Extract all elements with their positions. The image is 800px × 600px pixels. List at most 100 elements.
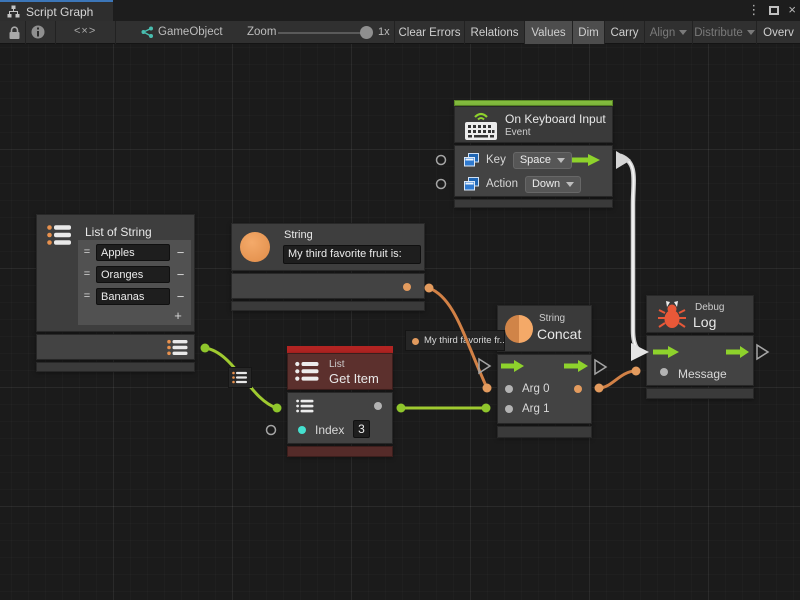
string-type-icon bbox=[505, 315, 533, 343]
list-icon bbox=[47, 224, 73, 246]
error-accent-strip bbox=[287, 346, 393, 353]
key-dropdown[interactable]: Space bbox=[513, 152, 572, 169]
gameobject-label[interactable]: GameObject bbox=[158, 26, 223, 38]
list-of-string-header: List of String = Apples − = Oranges − = … bbox=[36, 214, 195, 332]
node-get-item[interactable]: List Get Item Index 3 bbox=[287, 346, 393, 457]
menu-dots-icon[interactable]: ⋮ bbox=[747, 2, 760, 18]
log-footer bbox=[646, 388, 754, 399]
arg0-label: Arg 0 bbox=[522, 383, 550, 395]
drag-handle-icon[interactable]: = bbox=[80, 246, 94, 258]
keyboard-icon bbox=[462, 108, 500, 142]
drag-handle-icon[interactable]: = bbox=[80, 290, 94, 302]
distribute-button[interactable]: Distribute bbox=[692, 21, 756, 44]
action-row: Action Down bbox=[455, 172, 612, 196]
string-value-field[interactable]: My third favorite fruit is: bbox=[283, 245, 421, 264]
distribute-label: Distribute bbox=[694, 27, 743, 39]
list-item-field[interactable]: Oranges bbox=[96, 266, 170, 283]
log-header: Debug Log bbox=[646, 295, 754, 333]
info-icon[interactable] bbox=[31, 25, 45, 39]
zoom-slider-track[interactable] bbox=[278, 32, 368, 34]
get-item-body: Index 3 bbox=[287, 392, 393, 444]
get-item-footer bbox=[287, 446, 393, 457]
close-icon[interactable]: × bbox=[788, 2, 796, 18]
tab-title: Script Graph bbox=[26, 5, 93, 19]
node-concat[interactable]: String Concat Arg 0 Arg 1 bbox=[497, 305, 592, 438]
concat-body: Arg 0 Arg 1 bbox=[497, 354, 592, 424]
action-value: Down bbox=[532, 178, 560, 190]
dropdown-arrow-icon bbox=[679, 30, 687, 35]
string-footer bbox=[231, 301, 425, 311]
list-input-port-icon[interactable] bbox=[296, 399, 314, 413]
node-category: String bbox=[539, 313, 565, 324]
align-button[interactable]: Align bbox=[644, 21, 692, 44]
list-item-field[interactable]: Bananas bbox=[96, 288, 170, 305]
graph-icon bbox=[7, 5, 20, 18]
maximize-icon[interactable] bbox=[769, 6, 779, 15]
wire-value-badge bbox=[228, 367, 252, 388]
action-icon bbox=[464, 177, 479, 191]
zoom-value: 1x bbox=[378, 26, 390, 38]
get-item-header: List Get Item bbox=[287, 353, 393, 390]
node-string-literal[interactable]: String My third favorite fruit is: bbox=[231, 223, 425, 311]
list-item-row: = Apples − bbox=[80, 242, 189, 262]
index-label: Index bbox=[315, 423, 344, 437]
tooltip-text: My third favorite fr... bbox=[424, 335, 505, 346]
node-category: Debug bbox=[695, 302, 724, 313]
node-title: Get Item bbox=[329, 371, 379, 386]
action-label: Action bbox=[486, 178, 518, 190]
node-title: String bbox=[284, 229, 313, 241]
remove-item-button[interactable]: − bbox=[172, 266, 189, 283]
node-debug-log[interactable]: Debug Log Message bbox=[646, 295, 754, 399]
key-label: Key bbox=[486, 154, 506, 166]
value-tooltip: My third favorite fr... bbox=[405, 330, 505, 351]
list-of-string-footer bbox=[36, 362, 195, 372]
overview-button[interactable]: Overv bbox=[756, 21, 800, 44]
tab-script-graph[interactable]: Script Graph bbox=[0, 0, 113, 21]
list-item-field[interactable]: Apples bbox=[96, 244, 170, 261]
concat-header: String Concat bbox=[497, 305, 592, 352]
code-preview-icon[interactable]: <×> bbox=[74, 25, 96, 37]
keyboard-footer bbox=[454, 199, 613, 208]
values-button[interactable]: Values bbox=[524, 21, 572, 44]
toolbar-separator bbox=[55, 21, 56, 44]
remove-item-button[interactable]: − bbox=[172, 288, 189, 305]
string-ports bbox=[231, 273, 425, 299]
lock-icon[interactable] bbox=[8, 26, 21, 40]
list-add-row: + bbox=[78, 308, 191, 325]
window-controls: ⋮ × bbox=[747, 2, 796, 18]
string-type-icon bbox=[240, 232, 270, 262]
dropdown-arrow-icon bbox=[566, 182, 574, 187]
remove-item-button[interactable]: − bbox=[172, 244, 189, 261]
node-title: Log bbox=[693, 314, 716, 330]
node-title: List of String bbox=[85, 225, 152, 239]
node-list-of-string[interactable]: List of String = Apples − = Oranges − = … bbox=[36, 214, 195, 372]
concat-footer bbox=[497, 426, 592, 438]
add-item-button[interactable]: + bbox=[165, 308, 191, 325]
list-inline-editor: = Apples − = Oranges − = Bananas − + bbox=[78, 240, 191, 325]
unity-script-graph-window: Script Graph ⋮ × <×> GameObject Zoom bbox=[0, 0, 800, 600]
string-value-icon bbox=[412, 338, 419, 345]
graph-toolbar: <×> GameObject Zoom 1x Clear Errors Rela… bbox=[0, 21, 800, 44]
log-body: Message bbox=[646, 335, 754, 386]
drag-handle-icon[interactable]: = bbox=[80, 268, 94, 280]
gameobject-icon bbox=[140, 26, 154, 39]
relations-button[interactable]: Relations bbox=[464, 21, 524, 44]
clear-errors-button[interactable]: Clear Errors bbox=[394, 21, 464, 44]
arg1-label: Arg 1 bbox=[522, 403, 550, 415]
zoom-label: Zoom bbox=[247, 26, 276, 38]
dropdown-arrow-icon bbox=[557, 158, 565, 163]
key-value: Space bbox=[520, 154, 551, 166]
align-label: Align bbox=[650, 27, 676, 39]
carry-button[interactable]: Carry bbox=[604, 21, 644, 44]
dim-button[interactable]: Dim bbox=[572, 21, 604, 44]
index-value-field[interactable]: 3 bbox=[353, 420, 370, 438]
toolbar-buttons: Clear Errors Relations Values Dim Carry … bbox=[394, 21, 800, 44]
action-dropdown[interactable]: Down bbox=[525, 176, 581, 193]
list-icon bbox=[295, 361, 320, 382]
node-on-keyboard-input[interactable]: On Keyboard Input Event Key Space bbox=[454, 100, 613, 208]
keyboard-header: On Keyboard Input Event bbox=[454, 106, 613, 143]
list-output-port-icon[interactable] bbox=[167, 339, 189, 356]
node-title: On Keyboard Input bbox=[505, 112, 606, 126]
tab-bar: Script Graph ⋮ × bbox=[0, 0, 800, 21]
zoom-slider-handle[interactable] bbox=[360, 26, 373, 39]
